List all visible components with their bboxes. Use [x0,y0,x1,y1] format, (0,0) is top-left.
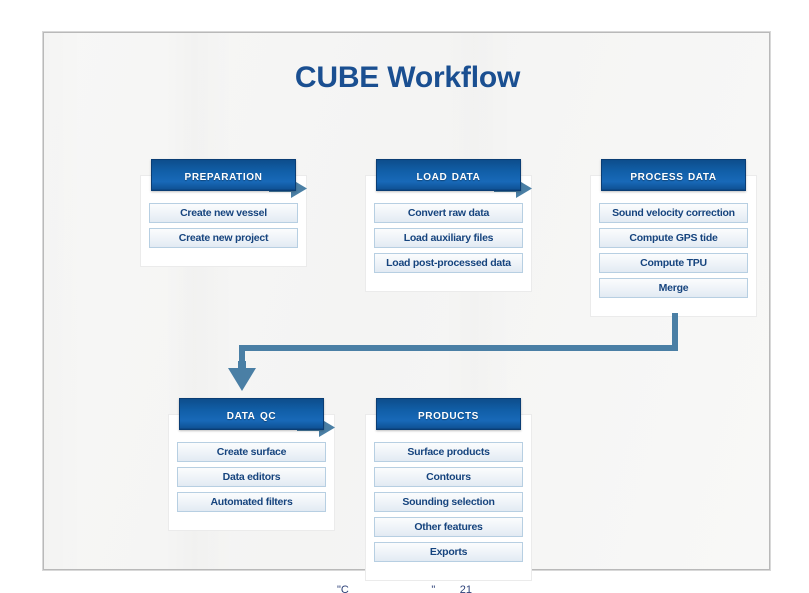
group-items: Sound velocity correction Compute GPS ti… [599,203,748,298]
group-items: Surface products Contours Sounding selec… [374,442,523,562]
group-data-qc: Data QC Create surface Data editors Auto… [168,398,335,531]
item-sound-velocity-correction[interactable]: Sound velocity correction [599,203,748,223]
group-header-label: Preparation [184,167,263,183]
group-header-load-data[interactable]: Load Data [376,159,521,191]
group-items: Create new vessel Create new project [149,203,298,248]
group-header-label: Process Data [630,167,717,183]
item-create-surface[interactable]: Create surface [177,442,326,462]
item-compute-gps-tide[interactable]: Compute GPS tide [599,228,748,248]
footer-caption: "C " 21 [337,584,472,593]
item-compute-tpu[interactable]: Compute TPU [599,253,748,273]
item-surface-products[interactable]: Surface products [374,442,523,462]
group-header-label: Load Data [416,167,481,183]
item-load-auxiliary-files[interactable]: Load auxiliary files [374,228,523,248]
connector-process-data-to-data-qc [184,311,704,401]
group-items: Create surface Data editors Automated fi… [177,442,326,512]
item-convert-raw-data[interactable]: Convert raw data [374,203,523,223]
group-products: Products Surface products Contours Sound… [365,398,532,581]
group-header-process-data[interactable]: Process Data [601,159,746,191]
item-sounding-selection[interactable]: Sounding selection [374,492,523,512]
item-create-new-vessel[interactable]: Create new vessel [149,203,298,223]
item-data-editors[interactable]: Data editors [177,467,326,487]
slide-canvas: CUBE Workflow Preparation Create new ves… [43,32,770,581]
item-contours[interactable]: Contours [374,467,523,487]
item-create-new-project[interactable]: Create new project [149,228,298,248]
item-load-post-processed-data[interactable]: Load post-processed data [374,253,523,273]
group-preparation: Preparation Create new vessel Create new… [140,159,307,267]
group-header-data-qc[interactable]: Data QC [179,398,324,430]
group-load-data: Load Data Convert raw data Load auxiliar… [365,159,532,292]
group-header-label: Products [418,406,479,422]
item-automated-filters[interactable]: Automated filters [177,492,326,512]
item-other-features[interactable]: Other features [374,517,523,537]
item-exports[interactable]: Exports [374,542,523,562]
group-header-products[interactable]: Products [376,398,521,430]
page-title: CUBE Workflow [294,61,521,94]
group-header-preparation[interactable]: Preparation [151,159,296,191]
group-header-label: Data QC [226,406,277,422]
group-process-data: Process Data Sound velocity correction C… [590,159,757,317]
item-merge[interactable]: Merge [599,278,748,298]
group-items: Convert raw data Load auxiliary files Lo… [374,203,523,273]
